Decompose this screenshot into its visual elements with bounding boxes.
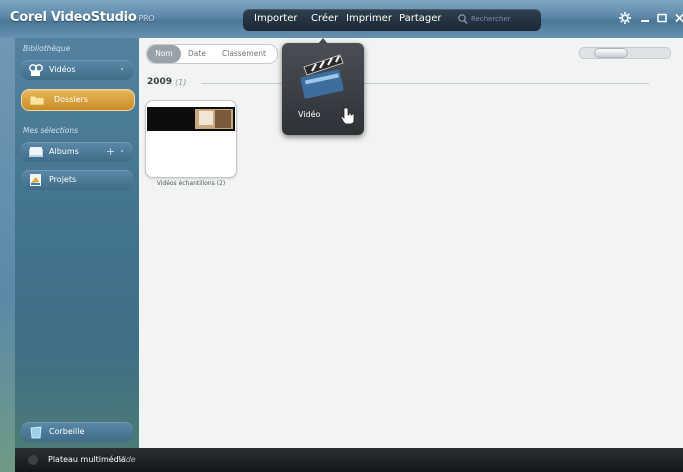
minimize-button[interactable] xyxy=(638,11,652,25)
add-album-button[interactable]: + xyxy=(106,145,115,158)
folder-label: Vidéos échantillons (2) xyxy=(156,180,226,187)
sidebar-item-projets[interactable]: Projets xyxy=(21,170,133,190)
settings-icon[interactable] xyxy=(618,11,632,25)
close-button[interactable] xyxy=(673,11,683,25)
title-bar: Corel VideoStudio PRO Importer Créer Impr… xyxy=(0,0,683,38)
main-content: Nom Date Classement 2009 (1) Vidéos écha… xyxy=(139,38,683,448)
media-tray-toggle[interactable] xyxy=(28,455,38,465)
sort-tab-date[interactable]: Date xyxy=(183,45,211,63)
sidebar-item-label: Albums xyxy=(49,147,79,156)
video-icon xyxy=(29,64,43,76)
hand-cursor-icon xyxy=(341,107,355,125)
sort-tab-nom[interactable]: Nom xyxy=(147,45,181,63)
sidebar-item-label: Dossiers xyxy=(54,95,88,104)
menu-imprimer[interactable]: Imprimer xyxy=(346,13,392,24)
folder-icon xyxy=(29,95,45,106)
sort-tab-classement[interactable]: Classement xyxy=(213,45,275,63)
folder-thumbnail xyxy=(147,107,235,131)
sidebar-item-videos[interactable]: Vidéos xyxy=(21,60,133,80)
chevron-right-icon[interactable] xyxy=(119,148,125,154)
group-year: 2009 xyxy=(147,77,173,87)
menu-partager[interactable]: Partager xyxy=(399,13,441,24)
group-count: (1) xyxy=(175,78,187,87)
chevron-right-icon[interactable] xyxy=(119,66,125,72)
status-value: Vide xyxy=(118,455,136,464)
zoom-slider[interactable] xyxy=(579,47,671,59)
trash-icon xyxy=(30,426,42,439)
sort-tabs: Nom Date Classement xyxy=(146,44,278,64)
main-menu-bar: Importer Créer Imprimer Partager xyxy=(243,9,541,31)
album-icon xyxy=(29,147,43,157)
menu-creer[interactable]: Créer xyxy=(311,13,338,24)
app-title: Corel VideoStudio PRO xyxy=(10,10,155,25)
search-icon[interactable] xyxy=(457,12,469,26)
search-input[interactable] xyxy=(471,13,533,25)
library-heading: Bibliothèque xyxy=(23,44,71,53)
status-bar: Plateau multimédia Vide xyxy=(15,448,683,472)
selections-heading: Mes sélections xyxy=(23,126,78,135)
sidebar-item-corbeille[interactable]: Corbeille xyxy=(21,422,133,442)
window-left-edge xyxy=(0,38,15,472)
group-divider xyxy=(201,83,649,84)
popup-label-video[interactable]: Vidéo xyxy=(298,110,320,119)
sidebar: Bibliothèque Vidéos Dossiers Mes sélecti… xyxy=(15,38,139,448)
zoom-slider-thumb[interactable] xyxy=(594,48,628,58)
search-box[interactable] xyxy=(457,12,537,28)
app-window: Corel VideoStudio PRO Importer Créer Impr… xyxy=(0,0,683,472)
menu-importer[interactable]: Importer xyxy=(254,13,297,24)
create-popup: Vidéo xyxy=(282,43,364,135)
sidebar-item-label: Projets xyxy=(49,175,77,184)
sidebar-item-albums[interactable]: Albums + xyxy=(21,142,133,162)
app-edition: PRO xyxy=(138,14,155,23)
maximize-button[interactable] xyxy=(655,11,669,25)
status-label: Plateau multimédia xyxy=(48,455,126,464)
sidebar-item-dossiers[interactable]: Dossiers xyxy=(21,89,135,111)
sidebar-item-label: Vidéos xyxy=(49,65,76,74)
sidebar-item-label: Corbeille xyxy=(49,427,85,436)
folder-card[interactable] xyxy=(145,100,237,178)
clapperboard-icon[interactable] xyxy=(296,49,352,103)
project-icon xyxy=(30,174,41,186)
